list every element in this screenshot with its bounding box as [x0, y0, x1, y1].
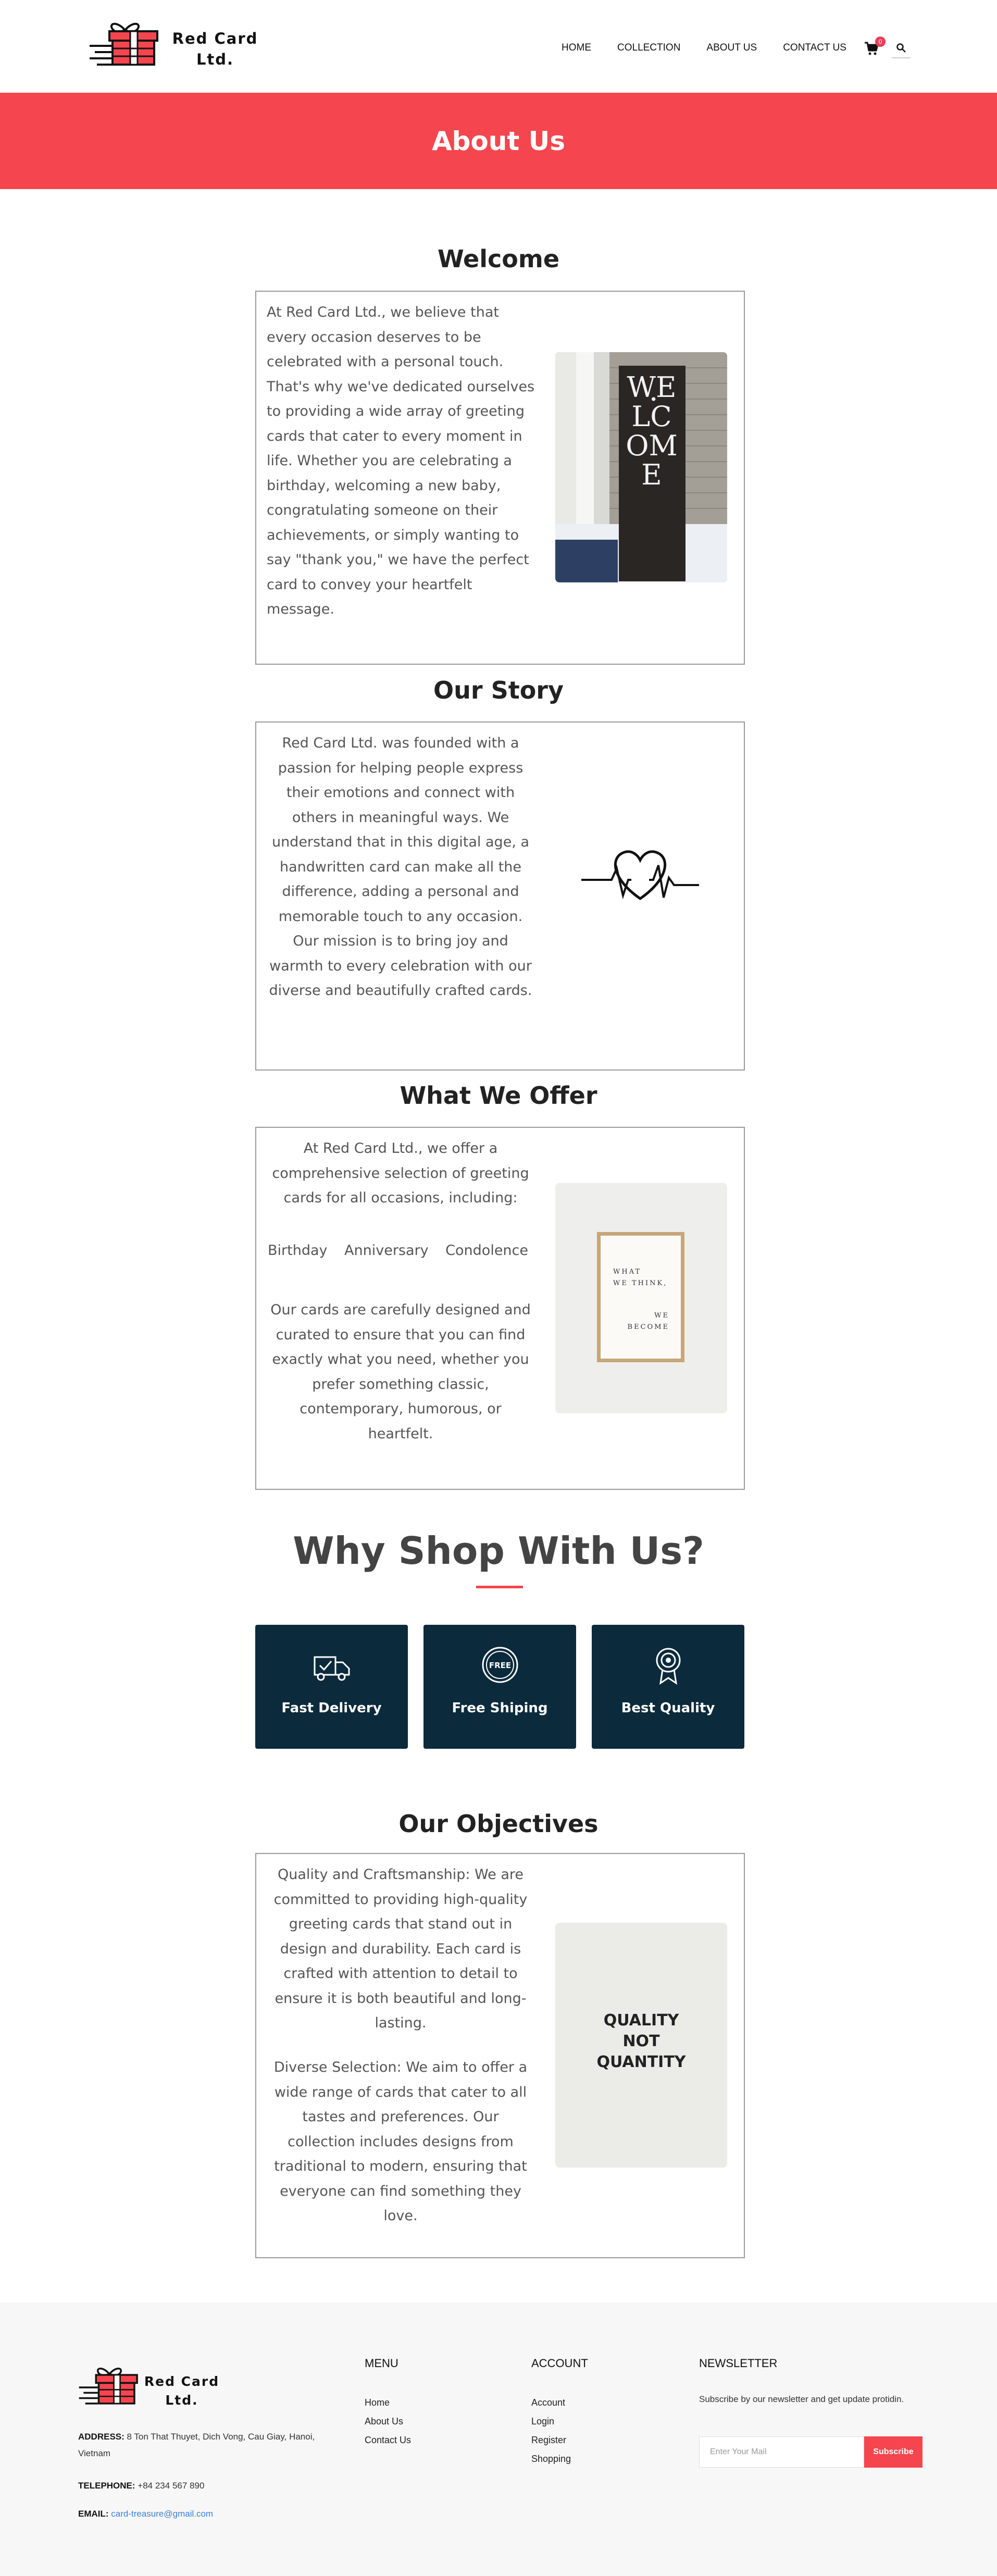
page-title: About Us	[431, 126, 566, 156]
quality-award-icon	[656, 1648, 681, 1685]
nav-about-us[interactable]: ABOUT US	[706, 42, 757, 54]
site-footer: Red Card Ltd. ADDRESS: 8 Ton That Thuyet…	[0, 2303, 997, 2576]
frame-text-line3: WE	[654, 1312, 669, 1320]
cart-button[interactable]: 0	[864, 36, 887, 58]
cart-count-badge: 0	[875, 36, 886, 47]
email-link[interactable]: card-treasure@gmail.com	[111, 2509, 213, 2519]
welcome-box: At Red Card Ltd., we believe that every …	[255, 291, 745, 665]
nav-contact-us[interactable]: CONTACT US	[783, 42, 846, 54]
feature-label: Fast Delivery	[281, 1700, 382, 1716]
quality-slogan: QUALITY NOT QUANTITY	[555, 2010, 727, 2073]
nav-home[interactable]: HOME	[562, 42, 591, 54]
title-underline	[476, 1586, 523, 1588]
brand-name-line2: Ltd.	[196, 51, 234, 68]
footer-menu-title: MENU	[365, 2357, 398, 2370]
heartbeat-heart-icon	[581, 850, 699, 901]
telephone-value: +84 234 567 890	[138, 2481, 205, 2491]
page-banner: About Us	[0, 93, 997, 189]
slogan-line2: NOT	[622, 2032, 660, 2050]
delivery-truck-icon	[314, 1656, 350, 1681]
footer-brand-line2: Ltd.	[165, 2393, 198, 2408]
welcome-sign-text: WELCOME	[626, 371, 678, 491]
free-badge-icon: FREE	[482, 1647, 518, 1683]
gift-box-icon	[79, 2368, 138, 2405]
footer-link-home[interactable]: Home	[365, 2397, 390, 2408]
welcome-title: Welcome	[437, 245, 560, 273]
story-title: Our Story	[433, 676, 564, 704]
welcome-sign-image: . WELCOME	[555, 352, 727, 582]
footer-email: EMAIL: card-treasure@gmail.com	[78, 2506, 333, 2522]
brand-name: Red Card Ltd.	[171, 28, 259, 70]
offer-title: What We Offer	[400, 1081, 597, 1110]
site-header: Red Card Ltd. HOME COLLECTION ABOUT US C…	[0, 0, 997, 93]
footer-link-shopping[interactable]: Shopping	[531, 2454, 571, 2465]
address-label: ADDRESS:	[78, 2432, 124, 2442]
slogan-line1: QUALITY	[603, 2011, 679, 2030]
feature-fast-delivery: Fast Delivery	[255, 1625, 408, 1749]
newsletter-email-input[interactable]	[699, 2436, 864, 2468]
gift-box-icon	[90, 22, 158, 66]
offer-intro-text: At Red Card Ltd., we offer a comprehensi…	[272, 1140, 529, 1206]
telephone-label: TELEPHONE:	[78, 2481, 135, 2491]
welcome-text: At Red Card Ltd., we believe that every …	[267, 304, 535, 617]
feature-label: Free Shiping	[452, 1700, 548, 1716]
search-button[interactable]	[892, 38, 911, 58]
footer-link-register[interactable]: Register	[531, 2435, 566, 2446]
offer-box: At Red Card Ltd., we offer a comprehensi…	[255, 1127, 745, 1490]
occasion-condolence: Condolence	[445, 1242, 528, 1259]
subscribe-button[interactable]: Subscribe	[864, 2436, 923, 2468]
main-nav: HOME COLLECTION ABOUT US CONTACT US	[562, 38, 873, 58]
frame-text-line2: WE THINK,	[613, 1279, 668, 1287]
footer-telephone: TELEPHONE: +84 234 567 890	[78, 2478, 333, 2494]
footer-link-login[interactable]: Login	[531, 2416, 554, 2427]
frame-text-line4: BECOME	[627, 1323, 669, 1331]
nav-collection[interactable]: COLLECTION	[617, 42, 680, 54]
email-label: EMAIL:	[78, 2509, 109, 2519]
quality-not-quantity-image: QUALITY NOT QUANTITY	[555, 1923, 727, 2168]
slogan-line3: QUANTITY	[596, 2053, 686, 2071]
objective-quality-text: Quality and Craftsmanship: We are commit…	[273, 1866, 528, 2031]
occasion-birthday: Birthday	[268, 1242, 328, 1259]
footer-link-contact-us[interactable]: Contact Us	[365, 2435, 411, 2446]
quote-frame-image: WHAT WE THINK, WE BECOME	[555, 1183, 727, 1413]
footer-address: ADDRESS: 8 Ton That Thuyet, Dich Vong, C…	[78, 2429, 333, 2462]
feature-free-shipping: FREE Free Shiping	[423, 1625, 576, 1749]
occasion-anniversary: Anniversary	[344, 1242, 429, 1259]
objectives-title: Our Objectives	[398, 1810, 599, 1838]
picture-frame: WHAT WE THINK, WE BECOME	[597, 1232, 684, 1362]
why-shop-title: Why Shop With Us?	[293, 1529, 704, 1573]
brand-logo[interactable]: Red Card Ltd.	[89, 20, 266, 72]
newsletter-description: Subscribe by our newsletter and get upda…	[699, 2394, 904, 2404]
feature-label: Best Quality	[621, 1700, 715, 1716]
feature-best-quality: Best Quality	[592, 1625, 744, 1749]
frame-text-line1: WHAT	[613, 1268, 642, 1276]
brand-name-line1: Red Card	[172, 30, 258, 47]
footer-brand-name: Red Card Ltd.	[143, 2372, 221, 2410]
story-box: Red Card Ltd. was founded with a passion…	[255, 721, 745, 1071]
footer-logo[interactable]: Red Card Ltd.	[78, 2364, 234, 2411]
footer-account-title: ACCOUNT	[531, 2357, 588, 2370]
occasion-list: Birthday Anniversary Condolence	[268, 1242, 528, 1259]
footer-brand-line1: Red Card	[144, 2374, 220, 2389]
objectives-box: Quality and Craftsmanship: We are commit…	[255, 1853, 745, 2258]
footer-link-account[interactable]: Account	[531, 2397, 565, 2408]
footer-newsletter-title: NEWSLETTER	[699, 2357, 778, 2370]
objective-selection-text: Diverse Selection: We aim to offer a wid…	[273, 2059, 528, 2224]
free-badge-text: FREE	[489, 1661, 511, 1670]
story-text: Red Card Ltd. was founded with a passion…	[269, 735, 532, 999]
footer-link-about-us[interactable]: About Us	[365, 2416, 403, 2427]
search-icon	[896, 43, 906, 53]
offer-outro-text: Our cards are carefully designed and cur…	[270, 1302, 531, 1442]
